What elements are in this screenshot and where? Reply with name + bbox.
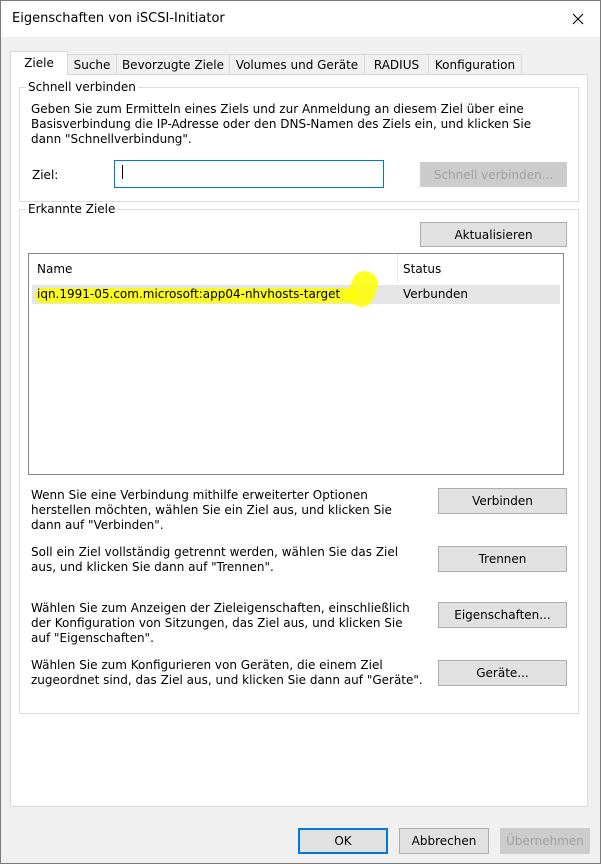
close-icon bbox=[572, 13, 584, 25]
cancel-button[interactable]: Abbrechen bbox=[399, 828, 489, 854]
tab-suche[interactable]: Suche bbox=[67, 54, 117, 74]
ok-button[interactable]: OK bbox=[298, 828, 388, 854]
target-status-cell: Verbunden bbox=[403, 287, 469, 301]
devices-button[interactable]: Geräte... bbox=[438, 660, 567, 686]
tab-konfiguration[interactable]: Konfiguration bbox=[428, 54, 522, 74]
disconnect-button[interactable]: Trennen bbox=[438, 546, 567, 572]
text-caret bbox=[122, 165, 123, 179]
properties-button[interactable]: Eigenschaften... bbox=[438, 602, 567, 628]
tab-ziele[interactable]: Ziele bbox=[10, 51, 68, 75]
devices-description: Wählen Sie zum Konfigurieren von Geräten… bbox=[31, 658, 423, 687]
quick-connect-legend: Schnell verbinden bbox=[28, 80, 136, 94]
window-title: Eigenschaften von iSCSI-Initiator bbox=[12, 11, 225, 26]
table-row[interactable]: iqn.1991-05.com.microsoft:app04-nhvhosts… bbox=[32, 267, 560, 311]
tab-radius[interactable]: RADIUS bbox=[364, 54, 429, 74]
properties-description: Wählen Sie zum Anzeigen der Zieleigensch… bbox=[31, 601, 410, 645]
targets-list[interactable]: Name Status iqn.1991-05.com.microsoft:ap… bbox=[28, 253, 564, 475]
column-header-name[interactable]: Name bbox=[37, 262, 72, 277]
list-header: Name Status bbox=[29, 254, 563, 282]
discovered-targets-legend: Erkannte Ziele bbox=[28, 202, 116, 216]
target-name-cell: iqn.1991-05.com.microsoft:app04-nhvhosts… bbox=[37, 287, 341, 301]
target-label: Ziel: bbox=[32, 168, 59, 182]
refresh-button[interactable]: Aktualisieren bbox=[420, 222, 567, 247]
apply-button[interactable]: Übernehmen bbox=[500, 828, 590, 854]
column-header-status[interactable]: Status bbox=[403, 262, 441, 277]
tab-volumes-und-geraete[interactable]: Volumes und Geräte bbox=[229, 54, 365, 74]
quick-connect-button[interactable]: Schnell verbinden... bbox=[420, 162, 567, 187]
close-button[interactable] bbox=[556, 1, 600, 37]
column-separator[interactable] bbox=[397, 254, 398, 282]
quick-connect-description: Geben Sie zum Ermitteln eines Ziels und … bbox=[31, 102, 532, 146]
title-bar: Eigenschaften von iSCSI-Initiator bbox=[1, 1, 600, 37]
target-input[interactable] bbox=[114, 160, 384, 188]
iscsi-properties-dialog: Eigenschaften von iSCSI-Initiator Ziele … bbox=[0, 0, 601, 864]
connect-description: Wenn Sie eine Verbindung mithilfe erweit… bbox=[31, 488, 392, 532]
disconnect-description: Soll ein Ziel vollständig getrennt werde… bbox=[31, 545, 399, 574]
tab-bevorzugte-ziele[interactable]: Bevorzugte Ziele bbox=[116, 54, 230, 74]
connect-button[interactable]: Verbinden bbox=[438, 488, 567, 514]
